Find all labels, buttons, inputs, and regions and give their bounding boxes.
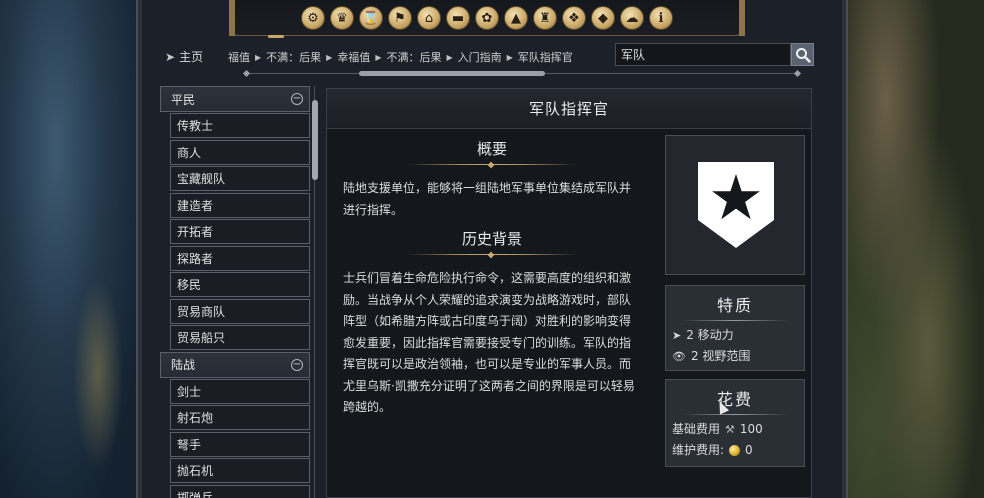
traits-title: 特质 [716,296,753,315]
great-people-icon[interactable]: ◆ [591,5,615,30]
sidebar-item[interactable]: 移民 [170,272,310,297]
unit-promotions-icon[interactable]: ❖ [562,5,586,30]
game-concepts-icon[interactable]: ⚙ [301,5,325,30]
background-map-left [0,0,140,498]
search-button[interactable] [791,43,814,66]
breadcrumb-item[interactable]: 幸福值 [337,51,370,64]
sidebar-item[interactable]: 宝藏舰队 [170,166,310,191]
selected-category-indicator [268,35,284,38]
sidebar-item[interactable]: 商人 [170,139,310,165]
breadcrumb-separator-icon: ▶ [446,53,453,62]
divider [682,320,788,321]
home-link[interactable]: ➤ 主页 [165,48,203,65]
back-arrow-icon: ➤ [165,49,176,64]
search-input[interactable] [615,43,791,66]
production-hammer-icon: ⚒ [725,423,735,436]
breadcrumb-separator-icon: ▶ [375,53,382,62]
upkeep-label: 维护费用: [672,443,725,457]
scroll-left-arrow-icon[interactable] [242,69,251,78]
sight-stat: 👁 2 视野范围 [666,346,804,367]
article-panel: 军队指挥官 概要 陆地支援单位，能够将一组陆地军事单位集结成军队并进行指挥。 历… [326,88,812,498]
breadcrumb-item[interactable]: 不满：后果 [386,51,441,64]
movement-value: 2 移动力 [686,328,734,342]
sidebar-item[interactable]: 抛石机 [170,458,310,483]
background-map-right [844,0,984,498]
base-cost-value: 100 [739,422,763,436]
upkeep-value: 0 [745,443,753,457]
gold-coin-icon [729,445,741,456]
military-star-shield-icon [698,162,774,248]
breadcrumb-separator-icon: ▶ [506,53,513,62]
page-title: 军队指挥官 [327,89,811,129]
scrollbar-thumb[interactable] [359,71,545,76]
breadcrumb-item[interactable]: 军队指挥官 [518,51,573,64]
sidebar-group-header[interactable]: 平民 − [160,86,310,112]
divider [682,414,788,415]
cost-card: 花费 基础费用 ⚒ 100 维护费用: 0 [665,379,805,467]
breadcrumb: 福值 ▶ 不满：后果 ▶ 幸福值 ▶ 不满：后果 ▶ 入门指南 ▶ 军队指挥官 [228,49,608,65]
religions-icon[interactable]: ☁ [620,5,644,30]
units-icon[interactable]: ♜ [533,5,557,30]
breadcrumb-separator-icon: ▶ [255,53,262,62]
info-icon[interactable]: ℹ [649,5,673,30]
improvements-icon[interactable]: ▲ [504,5,528,30]
civilizations-icon[interactable]: ♛ [330,5,354,30]
history-heading: 历史背景 [461,230,522,248]
sidebar-item[interactable]: 传教士 [170,113,310,138]
sidebar-item[interactable]: 射石炮 [170,405,310,430]
sidebar-item[interactable]: 探路者 [170,245,310,271]
collapse-icon[interactable]: − [291,358,303,371]
scrollbar-thumb[interactable] [312,100,318,180]
movement-icon: ➤ [672,329,682,342]
breadcrumb-item[interactable]: 入门指南 [458,51,502,64]
upkeep-cost: 维护费用: 0 [666,440,804,461]
breadcrumb-separator-icon: ▶ [326,53,333,62]
breadcrumb-item[interactable]: 福值 [228,51,250,64]
cost-title: 花费 [716,390,753,409]
sidebar-list: 平民 − 传教士 商人 宝藏舰队 建造者 开拓者 探路者 移民 贸易商队 贸易船只陆战 − 剑士 射石炮弩… [160,86,310,498]
category-icon-bar: ⚙ ♛ ⌛ ⚑ ⌂ ▬ ✿ ▲ ♜ ❖ ◆ ☁ ℹ [229,0,745,36]
traits-card: 特质 ➤ 2 移动力 👁 2 视野范围 [665,285,805,371]
search-icon [795,47,811,63]
sidebar-scrollbar[interactable] [312,86,318,498]
summary-text: 陆地支援单位，能够将一组陆地军事单位集结成军队并进行指挥。 [343,181,632,217]
eye-icon: 👁 [672,350,686,363]
sidebar-item[interactable]: 掷弹兵 [170,484,310,498]
base-cost: 基础费用 ⚒ 100 [666,419,804,440]
buildings-icon[interactable]: ▬ [446,5,470,30]
movement-stat: ➤ 2 移动力 [666,325,804,346]
breadcrumb-item[interactable]: 不满：后果 [266,51,321,64]
collapse-icon[interactable]: − [291,93,303,105]
breadcrumb-scrollbar[interactable] [242,69,802,78]
sidebar-group-label: 陆战 [171,358,196,372]
sidebar-group-label: 平民 [171,92,196,107]
sidebar-item[interactable]: 贸易船只 [170,325,310,350]
base-cost-label: 基础费用 [672,422,721,436]
sidebar-item[interactable]: 建造者 [170,192,310,218]
sidebar-item[interactable]: 剑士 [170,378,310,404]
leaders-icon[interactable]: ⌛ [359,5,383,30]
sidebar-group-header[interactable]: 陆战 − [160,351,310,378]
wonders-icon[interactable]: ✿ [475,5,499,30]
home-label: 主页 [179,50,204,64]
districts-icon[interactable]: ⌂ [417,5,441,30]
city-states-icon[interactable]: ⚑ [388,5,412,30]
unit-portrait [665,135,805,275]
history-text: 士兵们冒着生命危险执行命令，这需要高度的组织和激励。当战争从个人荣耀的追求演变为… [343,271,635,414]
iconbar-left-cap [229,0,235,36]
iconbar-right-cap [739,0,745,36]
sidebar-item[interactable]: 贸易商队 [170,298,310,324]
summary-heading: 概要 [476,140,507,158]
heading-ornament [407,161,577,169]
scroll-right-arrow-icon[interactable] [793,69,802,78]
heading-ornament [407,251,577,259]
sidebar-item[interactable]: 弩手 [170,431,310,457]
sight-value: 2 视野范围 [690,349,751,363]
sidebar-item[interactable]: 开拓者 [170,219,310,244]
